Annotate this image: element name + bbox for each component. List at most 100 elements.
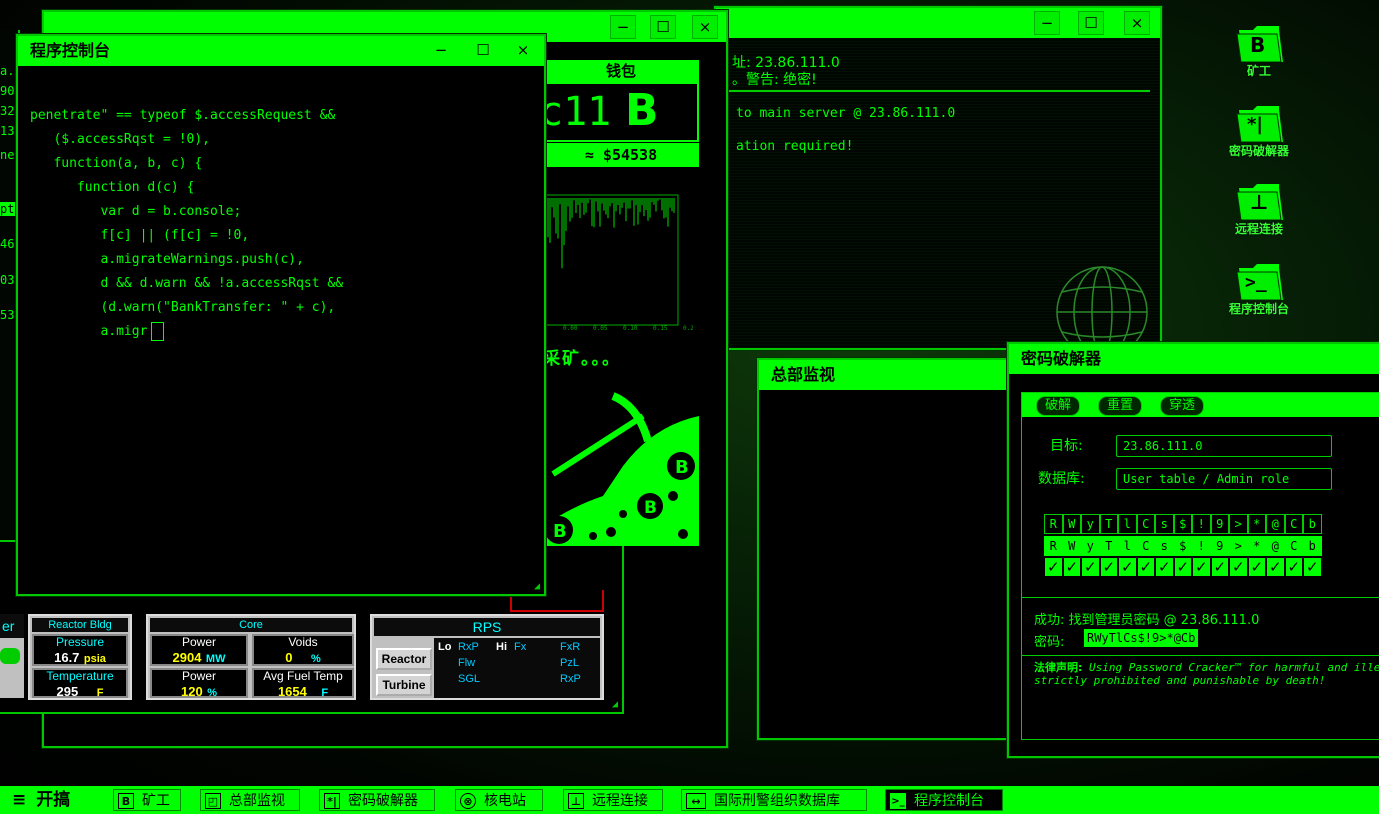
taskbar-item-miner[interactable]: B 矿工 [113,789,181,811]
power-label: Power [181,635,216,649]
taskbar-item-hq-monitor[interactable]: ◰ 总部监视 [200,789,300,811]
rps-header: RPS [374,618,600,636]
close-button[interactable]: × [1124,11,1150,35]
nuclear-icon: ⊗ [460,793,476,809]
remote-connection-window: − ☐ × 址: 23.86.111.0 。警告: 绝密! to main se… [714,6,1162,358]
reactor-trip-button[interactable]: Reactor [376,648,432,670]
power-mw-value: 2904 [172,650,202,665]
start-label: 开搞 [36,790,71,810]
turbine-trip-button[interactable]: Turbine [376,674,432,696]
char-row-found: R Wy Tl Cs $! 9 > * @ Cb [1044,535,1344,557]
svg-text:B: B [553,521,567,542]
fuel-temp-unit: F [321,687,329,699]
desktop-icon-miner[interactable]: B 矿工 [1214,26,1304,79]
resize-grip-icon[interactable]: ◢ [534,581,540,592]
remote-line: ation required! [736,139,854,154]
desktop-icon-remote-connection[interactable]: ⊥ 远程连接 [1214,184,1304,237]
minimize-button[interactable]: − [610,15,636,39]
chart-tick-label: 0.20 [683,325,693,332]
password-value[interactable]: RWyTlCs$!9>*@Cb [1084,629,1199,647]
char-cell: * [1247,536,1266,556]
cracker-toolbar: 破解 重置 穿透 [1022,393,1379,417]
hq-monitor-window: 总部监视 [757,358,1011,740]
crack-button[interactable]: 破解 [1036,396,1081,416]
char-cell: > [1229,536,1248,556]
check-icon: ✓ [1266,557,1285,577]
maximize-button[interactable]: ☐ [470,39,496,63]
taskbar-item-nuclear-plant[interactable]: ⊗ 核电站 [455,789,543,811]
resize-grip-icon[interactable]: ◢ [612,699,618,710]
core-header: Core [150,618,352,632]
console-code[interactable]: penetrate" == typeof $.accessRequest && … [30,80,343,392]
chart-tick-label: 0.05 [593,325,608,332]
close-button[interactable]: × [692,15,718,39]
desktop-icon-label: 密码破解器 [1228,144,1289,158]
core-panel: Core Power 2904 MW Voids 0 % Power 120 %… [146,614,356,700]
code-line: d && d.warn && !a.accessRqst && [30,276,344,291]
desktop-icon-password-cracker[interactable]: *| 密码破解器 [1214,106,1304,159]
char-cell: @ [1266,514,1285,534]
code-line: penetrate" == typeof $.accessRequest && [30,108,336,123]
check-icon: ✓ [1192,557,1211,577]
voids-label: Voids [288,635,318,649]
desktop-icon-program-console[interactable]: >_ 程序控制台 [1214,264,1304,317]
power-mw-unit: MW [205,653,226,665]
check-icon: ✓ [1155,557,1174,577]
legal-text: strictly prohibited and punishable by de… [1034,674,1326,687]
legal-text: Using Password Cracker™ for harmful and … [1082,661,1379,674]
bitcoin-icon: B [625,85,659,136]
check-icon: ✓ [1081,557,1100,577]
svg-text:B: B [675,457,689,478]
maximize-button[interactable]: ☐ [650,15,676,39]
check-icon: ✓ [1229,557,1248,577]
char-cell: s [1155,536,1174,556]
code-line: ($.accessRqst = !0), [30,132,211,147]
desktop-icon-label: 程序控制台 [1228,302,1289,316]
char-grid: R Wy Tl Cs $! 9 > * @ Cb R Wy Tl Cs $! 9 > * @ Cb ✓ ✓ ✓ ✓ ✓ ✓ ✓ ✓… [1044,513,1344,579]
chart-tick-label: 0.00 [563,325,578,332]
hq-title-bar[interactable]: 总部监视 [759,360,1009,390]
database-label: 数据库: [1038,471,1085,487]
database-field[interactable]: User table / Admin role [1116,468,1332,490]
pressure-unit: psia [83,653,106,665]
console-title-bar[interactable]: 程序控制台 [18,36,544,66]
hq-title: 总部监视 [771,365,836,384]
char-cell: s [1155,514,1174,534]
fuel-temp-value: 1654 [277,684,307,699]
reactor-left-edge: er [0,614,24,698]
svg-text:B: B [644,498,657,518]
minimize-button[interactable]: − [1034,11,1060,35]
minimize-button[interactable]: − [428,39,454,63]
wallet-balance-box: c11 B [539,82,699,142]
target-field[interactable]: 23.86.111.0 [1116,435,1332,457]
left-fragment: ne [0,148,15,162]
chart-tick-label: 0.10 [623,325,638,332]
taskbar-item-remote-connection[interactable]: ⊥ 远程连接 [563,789,663,811]
rps-pzl: PzL [560,657,579,669]
char-cell: C [1284,536,1303,556]
char-cell: > [1229,514,1248,534]
cracker-title-bar[interactable]: 密码破解器 [1009,344,1379,374]
reset-button[interactable]: 重置 [1098,396,1143,416]
check-icon: ✓ [1303,557,1322,577]
taskbar-item-password-cracker[interactable]: *| 密码破解器 [319,789,435,811]
penetrate-button[interactable]: 穿透 [1160,396,1205,416]
taskbar-item-interpol-database[interactable]: ↔ 国际刑警组织数据库 [681,789,867,811]
power2-label: Power [181,669,216,683]
code-line: a.migr [30,324,148,339]
left-fragment: 46 [0,237,15,251]
reactor-bldg-header: Reactor Bldg [32,618,128,632]
char-cell: $ [1173,514,1192,534]
fuel-temp-box: Avg Fuel Temp 1654 F [252,668,354,699]
char-cell: l [1118,514,1137,534]
char-cell: b [1303,514,1322,534]
legal-label: 法律声明: [1034,661,1083,674]
start-button[interactable]: ≡ 开搞 [12,789,70,811]
taskbar-item-program-console[interactable]: >_ 程序控制台 [885,789,1003,811]
temperature-label: Temperature [46,669,114,683]
close-button[interactable]: × [510,39,536,63]
console-title: 程序控制台 [30,41,111,60]
reactor-left-gauge [0,648,20,664]
maximize-button[interactable]: ☐ [1078,11,1104,35]
mining-pickaxe-illustration: B B B [543,392,699,546]
